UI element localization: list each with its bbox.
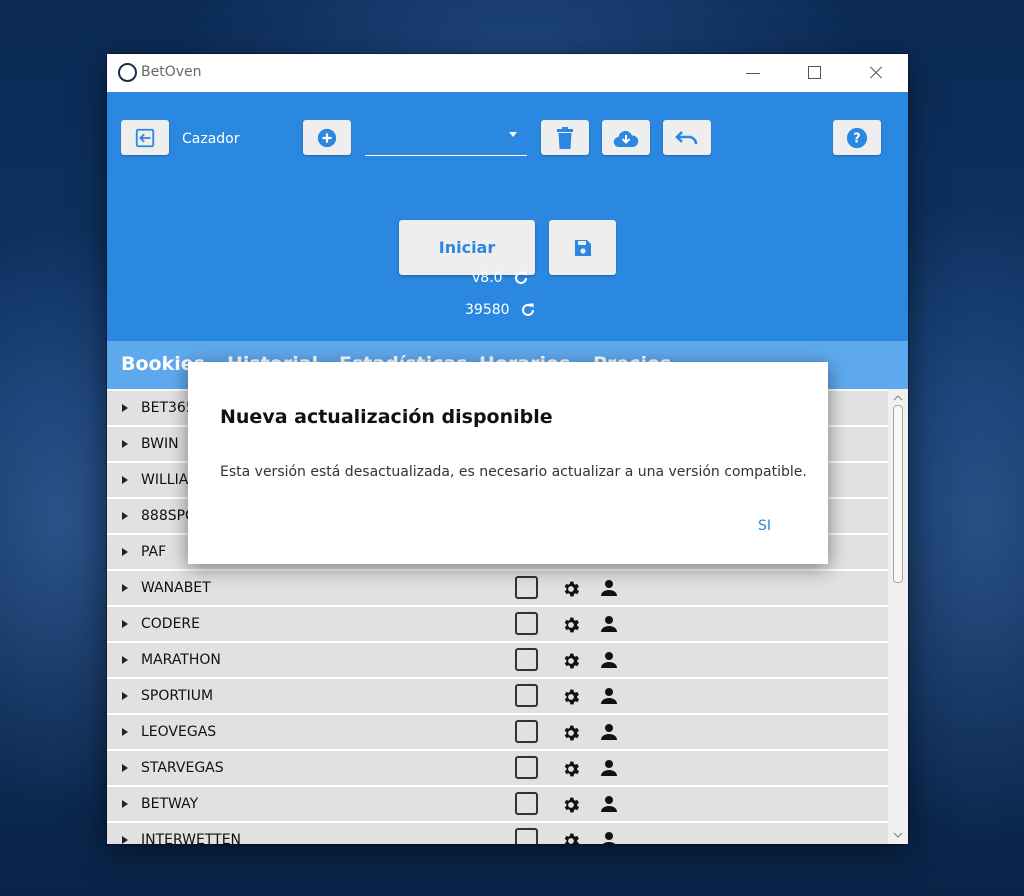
dialog-message: Esta versión está desactualizada, es nec… [220, 464, 807, 480]
expand-arrow-icon[interactable] [122, 692, 128, 700]
add-circle-icon [317, 128, 337, 147]
table-row[interactable]: SPORTIUM [107, 679, 888, 713]
bookie-checkbox[interactable] [515, 612, 538, 635]
expand-arrow-icon[interactable] [122, 584, 128, 592]
svg-text:?: ? [853, 131, 860, 146]
expand-arrow-icon[interactable] [122, 836, 128, 844]
refresh-icon[interactable] [513, 270, 529, 286]
user-icon[interactable] [600, 759, 618, 777]
version-text: v8.0 [472, 270, 503, 286]
table-row[interactable]: WANABET [107, 571, 888, 605]
table-row[interactable]: STARVEGAS [107, 751, 888, 785]
dialog-title: Nueva actualización disponible [220, 406, 553, 428]
user-icon[interactable] [600, 687, 618, 705]
scroll-up-icon[interactable] [893, 393, 903, 403]
bookie-name: BET365 [141, 400, 195, 416]
download-button[interactable] [602, 120, 650, 155]
bookie-checkbox[interactable] [515, 756, 538, 779]
version-row: v8.0 [472, 268, 529, 288]
bookie-checkbox[interactable] [515, 720, 538, 743]
expand-arrow-icon[interactable] [122, 620, 128, 628]
profile-select[interactable] [365, 119, 527, 156]
gear-icon[interactable] [561, 687, 581, 707]
title-bar: BetOven [107, 54, 908, 92]
add-button[interactable] [303, 120, 351, 155]
mode-label: Cazador [182, 131, 240, 147]
table-row[interactable]: MARATHON [107, 643, 888, 677]
user-icon[interactable] [600, 831, 618, 844]
scroll-thumb[interactable] [893, 405, 903, 583]
update-dialog: Nueva actualización disponible Esta vers… [188, 362, 828, 564]
expand-arrow-icon[interactable] [122, 800, 128, 808]
gear-icon[interactable] [561, 651, 581, 671]
gear-icon[interactable] [561, 759, 581, 779]
exit-button[interactable] [121, 120, 169, 155]
user-icon[interactable] [600, 615, 618, 633]
undo-icon [675, 130, 698, 144]
gear-icon[interactable] [561, 615, 581, 635]
bookie-name: PAF [141, 544, 167, 560]
bookie-checkbox[interactable] [515, 684, 538, 707]
user-icon[interactable] [600, 723, 618, 741]
gear-icon[interactable] [561, 579, 581, 599]
gear-icon[interactable] [561, 831, 581, 844]
bookie-name: WANABET [141, 580, 211, 596]
bookie-name: BETWAY [141, 796, 199, 812]
maximize-button[interactable] [791, 54, 837, 92]
user-icon[interactable] [600, 651, 618, 669]
build-text: 39580 [465, 302, 510, 318]
bookie-name: MARATHON [141, 652, 221, 668]
app-title: BetOven [141, 64, 202, 80]
undo-button[interactable] [663, 120, 711, 155]
cloud-download-icon [613, 130, 639, 147]
table-row[interactable]: BETWAY [107, 787, 888, 821]
dialog-confirm-button[interactable]: SI [758, 518, 771, 534]
close-button[interactable] [852, 54, 898, 92]
expand-arrow-icon[interactable] [122, 476, 128, 484]
bookie-checkbox[interactable] [515, 648, 538, 671]
build-row: 39580 [465, 300, 536, 320]
expand-arrow-icon[interactable] [122, 512, 128, 520]
help-icon: ? [846, 127, 868, 148]
expand-arrow-icon[interactable] [122, 764, 128, 772]
bookie-checkbox[interactable] [515, 576, 538, 599]
scroll-down-icon[interactable] [893, 830, 903, 840]
save-button[interactable] [549, 220, 616, 275]
delete-button[interactable] [541, 120, 589, 155]
minimize-button[interactable] [730, 54, 776, 92]
bookie-name: LEOVEGAS [141, 724, 217, 740]
bookie-checkbox[interactable] [515, 828, 538, 844]
bookie-name: INTERWETTEN [141, 832, 242, 844]
chevron-down-icon [509, 132, 517, 137]
save-icon [574, 239, 591, 256]
bookie-name: CODERE [141, 616, 200, 632]
bookie-name: STARVEGAS [141, 760, 224, 776]
gear-icon[interactable] [561, 795, 581, 815]
expand-arrow-icon[interactable] [122, 440, 128, 448]
expand-arrow-icon[interactable] [122, 404, 128, 412]
help-button[interactable]: ? [833, 120, 881, 155]
bookie-checkbox[interactable] [515, 792, 538, 815]
start-button[interactable]: Iniciar [399, 220, 535, 275]
bookie-name: SPORTIUM [141, 688, 214, 704]
trash-icon [557, 126, 573, 149]
expand-arrow-icon[interactable] [122, 656, 128, 664]
expand-arrow-icon[interactable] [122, 548, 128, 556]
user-icon[interactable] [600, 579, 618, 597]
app-logo-icon [118, 63, 137, 82]
table-row[interactable]: LEOVEGAS [107, 715, 888, 749]
header-panel: Cazador ? Iniciar v8.0 39580 [107, 92, 908, 341]
table-row[interactable]: CODERE [107, 607, 888, 641]
expand-arrow-icon[interactable] [122, 728, 128, 736]
exit-icon [135, 128, 155, 147]
table-row[interactable]: INTERWETTEN [107, 823, 888, 844]
bookie-name: BWIN [141, 436, 179, 452]
user-icon[interactable] [600, 795, 618, 813]
gear-icon[interactable] [561, 723, 581, 743]
list-scrollbar[interactable] [888, 389, 908, 844]
refresh-icon[interactable] [520, 302, 536, 318]
